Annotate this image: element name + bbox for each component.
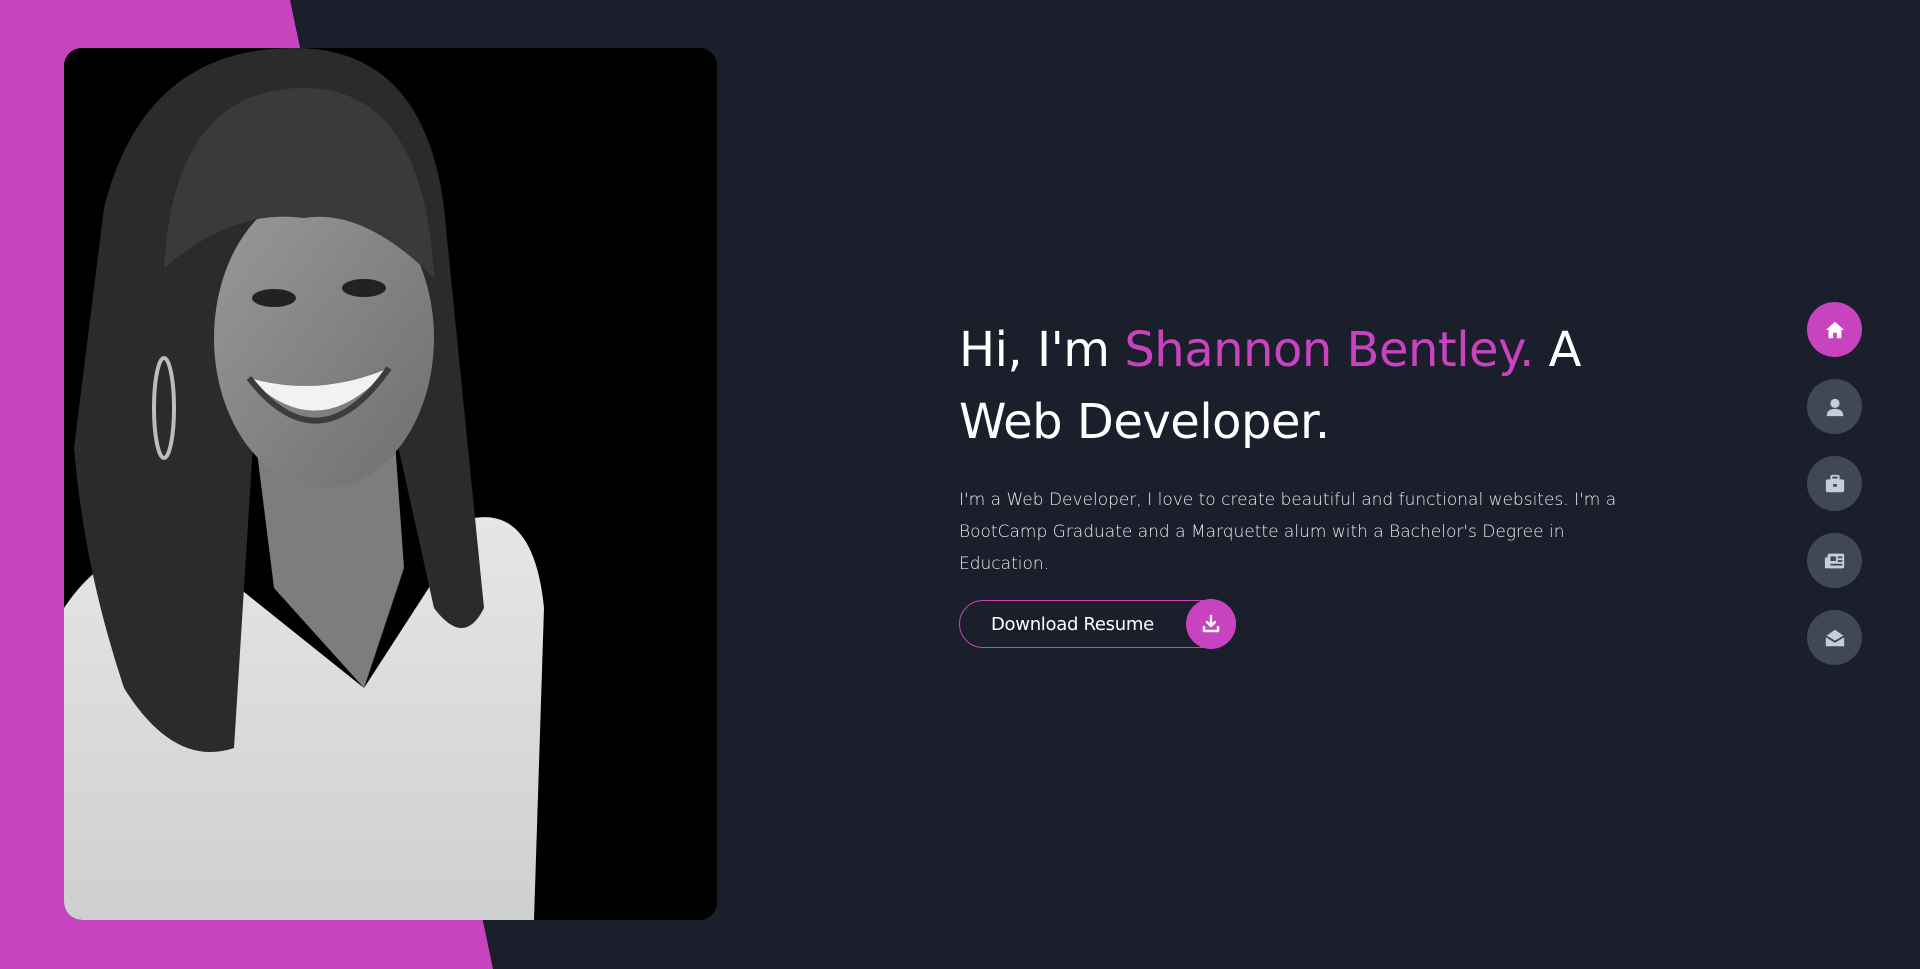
nav-about-button[interactable] [1807,379,1862,434]
download-resume-label: Download Resume [991,613,1154,635]
hero-section: Hi, I'm Shannon Bentley. A Web Developer… [959,314,1659,649]
nav-portfolio-button[interactable] [1807,456,1862,511]
name-text: Shannon Bentley. [1124,322,1534,378]
download-icon [1185,599,1236,649]
greeting-text: Hi, I'm [959,322,1125,378]
nav-home-button[interactable] [1807,302,1862,357]
side-navigation [1807,302,1863,687]
nav-blog-button[interactable] [1807,533,1862,588]
envelope-open-icon [1824,629,1845,646]
nav-contact-button[interactable] [1807,610,1862,665]
profile-photo [64,48,717,920]
hero-heading: Hi, I'm Shannon Bentley. A Web Developer… [959,314,1659,458]
hero-description: I'm a Web Developer, I love to create be… [959,490,1617,574]
user-icon [1826,398,1843,416]
home-icon [1825,321,1844,338]
download-resume-button[interactable]: Download Resume [959,599,1236,649]
newspaper-icon [1824,553,1844,568]
home-page: Hi, I'm Shannon Bentley. A Web Developer… [0,0,1920,969]
briefcase-icon [1825,474,1844,492]
